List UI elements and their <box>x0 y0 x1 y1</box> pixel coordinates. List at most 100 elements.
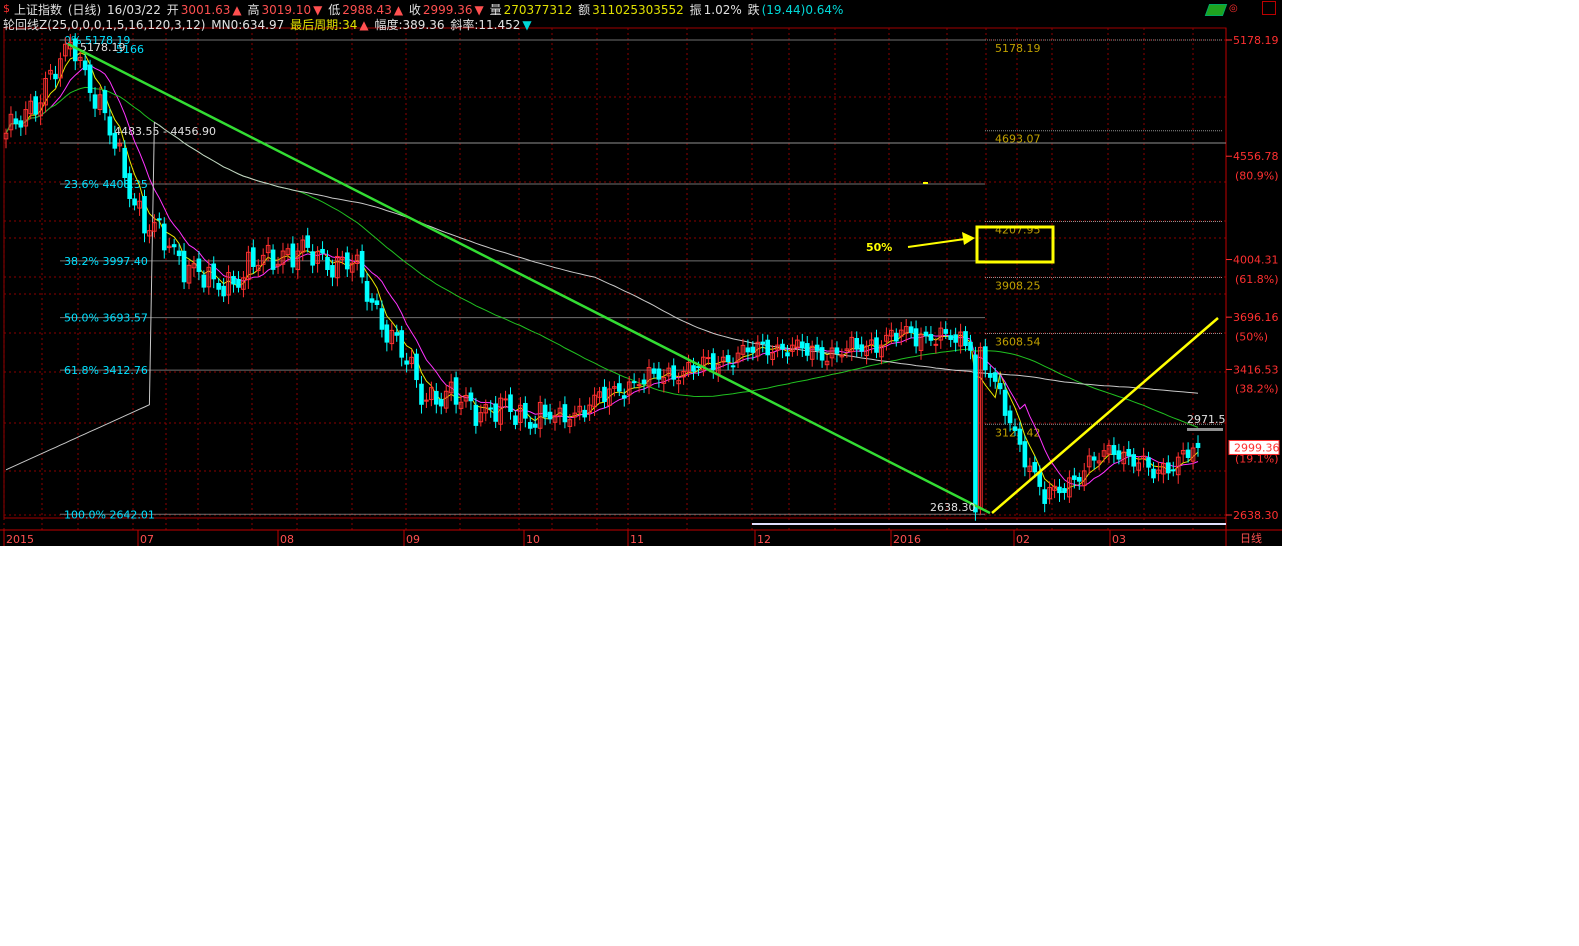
period-label: (日线) <box>67 3 102 17</box>
candle-body <box>1057 486 1062 494</box>
candle-body <box>953 334 958 343</box>
candle-body <box>399 330 404 358</box>
candle-body <box>1062 488 1067 493</box>
amplitude-label: 振 <box>689 3 702 17</box>
indicator-cycle: 最后周期:34 <box>290 18 358 32</box>
marker-dash <box>923 182 928 184</box>
candle-body <box>523 402 528 419</box>
candle-body <box>434 390 439 405</box>
candle-body <box>359 250 365 278</box>
candle-body <box>804 343 810 356</box>
candle-body <box>532 423 538 428</box>
candle-body <box>641 379 647 385</box>
candle-body <box>171 244 177 248</box>
candle-body <box>13 118 19 125</box>
candle-body <box>1126 449 1132 457</box>
last-close-bar <box>1187 428 1223 431</box>
candle-body <box>547 411 553 420</box>
arrow-head-icon <box>962 232 975 245</box>
candle-body <box>364 281 370 302</box>
dollar-icon: $ <box>3 2 10 15</box>
candle-body <box>102 90 108 114</box>
candle-body <box>473 404 479 426</box>
candle-body <box>765 339 770 356</box>
candle-body <box>1195 442 1201 448</box>
fib-right-label: 4207.95 <box>995 223 1041 236</box>
candle-body <box>631 381 637 384</box>
candle-body <box>82 60 88 71</box>
candle-body <box>394 332 400 336</box>
candle-body <box>1022 441 1028 468</box>
candle-body <box>176 250 182 257</box>
candle-body <box>933 343 939 346</box>
candle-body <box>1185 449 1191 458</box>
low-value: 2988.43 <box>342 3 392 17</box>
price-tick-label: 4556.78 <box>1233 150 1279 163</box>
candle-body <box>1116 450 1122 460</box>
candle-body <box>706 357 711 360</box>
time-tick-label: 07 <box>140 533 154 546</box>
candle-body <box>968 341 973 351</box>
candle-body <box>161 223 167 251</box>
fib-level-label: 100.0% 2642.01 <box>64 508 155 521</box>
index-name: 上证指数 <box>14 3 63 17</box>
candle-body <box>1042 489 1047 504</box>
candle-body <box>330 265 335 278</box>
quote-date: 16/03/22 <box>107 3 161 17</box>
current-price-label: 2999.36 <box>1234 441 1280 454</box>
candle-body <box>310 251 315 266</box>
candle-body <box>1166 462 1171 474</box>
candle-body <box>1017 428 1023 445</box>
price-tick-label: 3696.16 <box>1233 311 1279 324</box>
candle-body <box>211 263 217 280</box>
candle-body <box>216 283 221 290</box>
candle-body <box>493 403 498 422</box>
candle-body <box>997 383 1003 390</box>
volume-value: 270377312 <box>503 3 573 17</box>
gear-icon[interactable]: ◎ <box>1229 3 1239 15</box>
change-value: (19.44)0.64% <box>761 3 844 17</box>
candle-body <box>983 346 988 371</box>
candle-body <box>923 331 929 337</box>
candle-body <box>819 347 825 361</box>
candle-body <box>1007 410 1013 424</box>
candle-body <box>1012 426 1018 431</box>
down-arrow-icon: ▼ <box>313 3 323 17</box>
candle-body <box>236 278 241 288</box>
candlestick-chart[interactable]: 0% 5178.1923.6% 4408.3538.2% 3997.4050.0… <box>0 0 1282 546</box>
low-label: 低 <box>328 3 341 17</box>
candle-body <box>142 196 147 234</box>
candle-body <box>513 415 518 425</box>
candle-body <box>157 218 162 221</box>
candle-body <box>834 347 840 354</box>
candle-body <box>344 252 350 270</box>
candle-body <box>636 384 642 387</box>
candle-body <box>1032 462 1038 473</box>
candle-body <box>859 344 864 352</box>
candle-body <box>750 346 756 353</box>
candle-body <box>874 337 879 353</box>
candle-body <box>196 258 202 272</box>
candle-body <box>963 331 968 347</box>
price-tick-label: 2638.30 <box>1233 509 1279 522</box>
candle-body <box>745 347 751 353</box>
candle-body <box>1131 454 1137 467</box>
candle-body <box>562 404 568 423</box>
candle-body <box>305 235 311 248</box>
candle-body <box>325 256 330 270</box>
time-tick-label: 12 <box>757 533 771 546</box>
candle-body <box>72 38 78 62</box>
candle-body <box>87 64 93 93</box>
candle-body <box>107 116 113 136</box>
trendlines <box>67 42 1219 515</box>
candle-body <box>527 422 533 429</box>
annotations: 50% 2638.30 2971.5 <box>866 182 1226 514</box>
candle-body <box>814 344 820 351</box>
candle-body <box>251 247 256 267</box>
candle-body <box>780 343 785 350</box>
candle-body <box>928 333 934 341</box>
close-icon[interactable] <box>1262 1 1276 15</box>
arrow-line <box>907 238 966 248</box>
time-tick-label: 02 <box>1016 533 1030 546</box>
amount-label: 额 <box>578 3 591 17</box>
